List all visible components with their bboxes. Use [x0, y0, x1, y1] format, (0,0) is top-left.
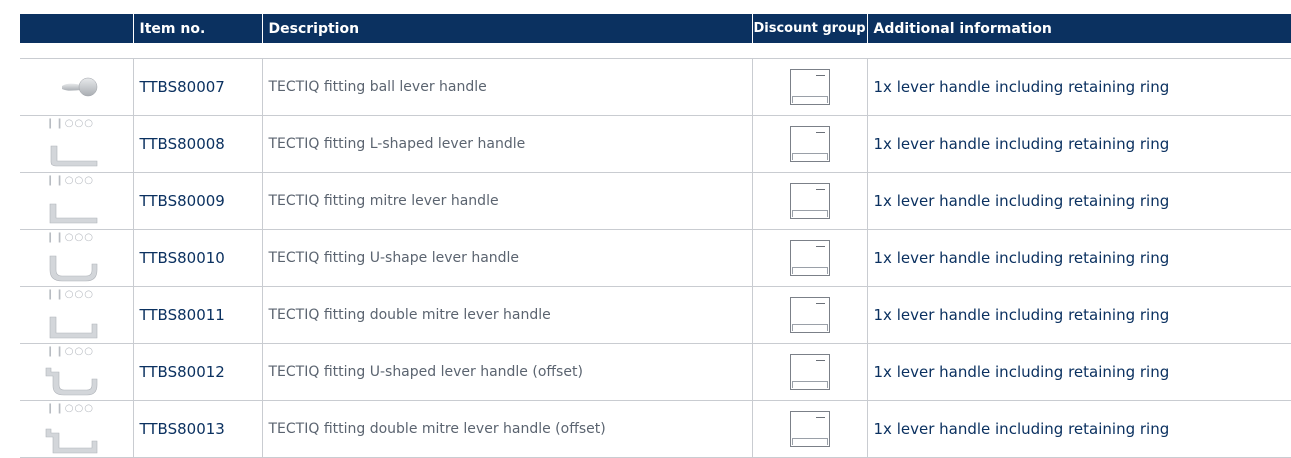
additional-information: 1x lever handle including retaining ring — [866, 58, 1291, 116]
item-number: TTBS80008 — [132, 115, 262, 173]
table-row: ❙❙○○○ TTBS80009 TECTIQ fitting mitre lev… — [20, 172, 1291, 230]
additional-information: 1x lever handle including retaining ring — [866, 115, 1291, 173]
discount-group-icon — [789, 126, 830, 162]
discount-group-cell — [751, 286, 867, 344]
discount-group-cell — [751, 172, 867, 230]
table-row: ❙❙○○○ TTBS80008 TECTIQ fitting L-shaped … — [20, 115, 1291, 173]
discount-group-cell — [751, 115, 867, 173]
additional-information: 1x lever handle including retaining ring — [866, 286, 1291, 344]
additional-information: 1x lever handle including retaining ring — [866, 400, 1291, 458]
header-item-no: Item no. — [132, 14, 262, 43]
item-description: TECTIQ fitting double mitre lever handle… — [261, 400, 752, 458]
header-additional-information: Additional information — [866, 14, 1291, 43]
item-description: TECTIQ fitting U-shape lever handle — [261, 229, 752, 287]
item-number: TTBS80007 — [132, 58, 262, 116]
variant-dots: ❙❙○○○ — [46, 232, 94, 243]
header-image-column — [20, 14, 133, 43]
mitre-lever-handle-icon — [49, 203, 98, 224]
product-image-cell: ❙❙○○○ — [20, 343, 133, 401]
product-table-container: Item no. Description Discount group Addi… — [20, 14, 1291, 458]
l-shaped-lever-handle-icon — [50, 145, 98, 167]
ball-lever-handle-icon — [62, 77, 98, 97]
variant-dots: ❙❙○○○ — [46, 346, 94, 357]
variant-dots: ❙❙○○○ — [46, 403, 94, 414]
table-header-row: Item no. Description Discount group Addi… — [20, 14, 1291, 43]
item-number: TTBS80010 — [132, 229, 262, 287]
item-description: TECTIQ fitting U-shaped lever handle (of… — [261, 343, 752, 401]
additional-information: 1x lever handle including retaining ring — [866, 229, 1291, 287]
item-number: TTBS80013 — [132, 400, 262, 458]
discount-group-icon — [789, 183, 830, 219]
discount-group-icon — [789, 411, 830, 447]
discount-group-icon — [789, 354, 830, 390]
product-image-cell: ❙❙○○○ — [20, 172, 133, 230]
product-image-cell — [20, 58, 133, 116]
item-description: TECTIQ fitting mitre lever handle — [261, 172, 752, 230]
additional-information: 1x lever handle including retaining ring — [866, 343, 1291, 401]
discount-group-icon — [789, 69, 830, 105]
discount-group-cell — [751, 343, 867, 401]
product-table: Item no. Description Discount group Addi… — [20, 14, 1291, 458]
product-image-cell: ❙❙○○○ — [20, 229, 133, 287]
item-number: TTBS80009 — [132, 172, 262, 230]
additional-information: 1x lever handle including retaining ring — [866, 172, 1291, 230]
discount-group-cell — [751, 58, 867, 116]
discount-group-icon — [789, 240, 830, 276]
discount-group-icon — [789, 297, 830, 333]
table-row: ❙❙○○○ TTBS80012 TECTIQ fitting U-shaped … — [20, 343, 1291, 401]
discount-group-cell — [751, 400, 867, 458]
table-row: ❙❙○○○ TTBS80013 TECTIQ fitting double mi… — [20, 400, 1291, 458]
discount-group-cell — [751, 229, 867, 287]
product-image-cell: ❙❙○○○ — [20, 286, 133, 344]
product-image-cell: ❙❙○○○ — [20, 115, 133, 173]
header-description: Description — [261, 14, 752, 43]
item-description: TECTIQ fitting ball lever handle — [261, 58, 752, 116]
variant-dots: ❙❙○○○ — [46, 289, 94, 300]
header-discount-group: Discount group — [751, 14, 867, 43]
item-description: TECTIQ fitting L-shaped lever handle — [261, 115, 752, 173]
item-number: TTBS80011 — [132, 286, 262, 344]
table-row: TTBS80007 TECTIQ fitting ball lever hand… — [20, 58, 1291, 116]
item-description: TECTIQ fitting double mitre lever handle — [261, 286, 752, 344]
table-row: ❙❙○○○ TTBS80010 TECTIQ fitting U-shape l… — [20, 229, 1291, 287]
item-number: TTBS80012 — [132, 343, 262, 401]
table-row: ❙❙○○○ TTBS80011 TECTIQ fitting double mi… — [20, 286, 1291, 344]
header-spacer-row — [20, 43, 1291, 59]
product-image-cell: ❙❙○○○ — [20, 400, 133, 458]
